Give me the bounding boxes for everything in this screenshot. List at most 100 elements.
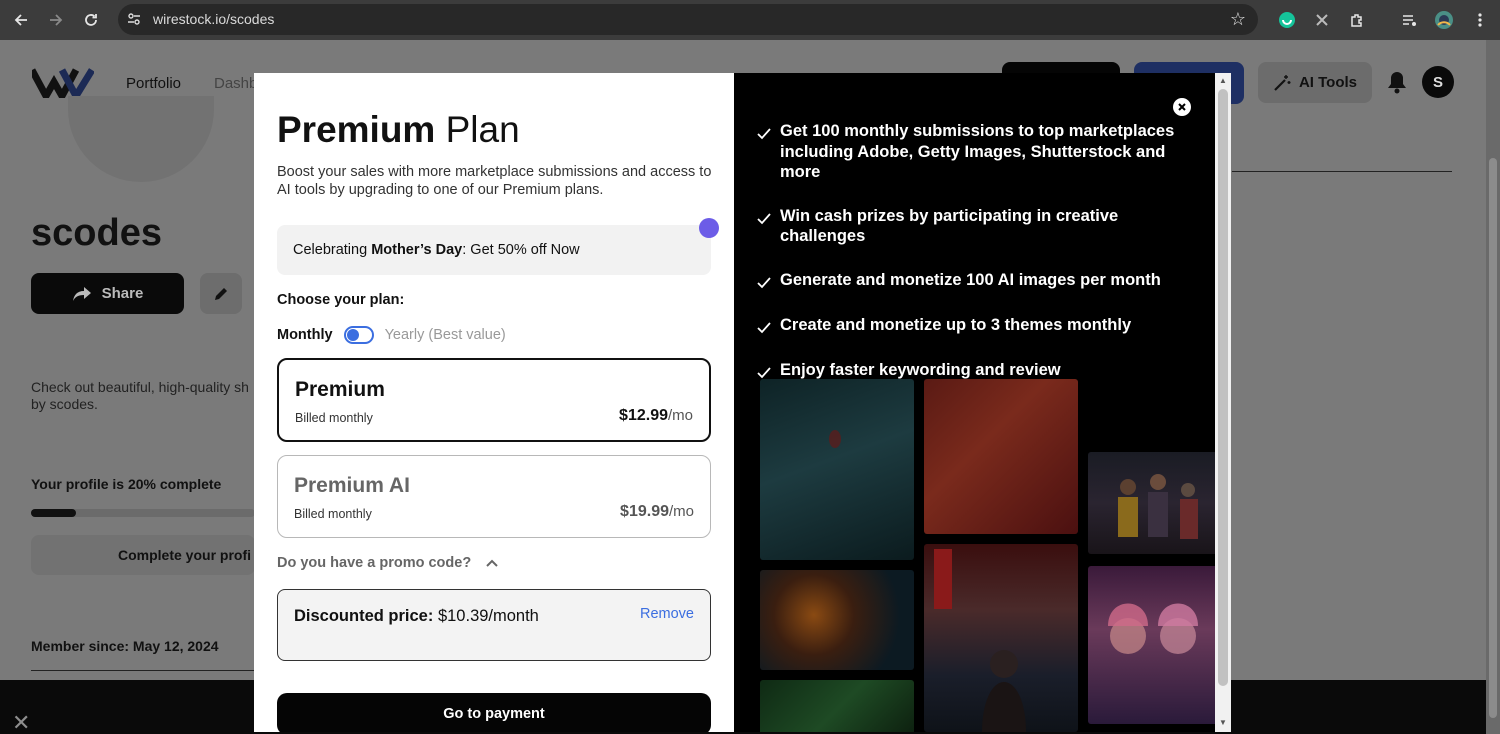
checkmark-icon xyxy=(757,128,771,140)
page-scrollbar-thumb[interactable] xyxy=(1489,158,1497,718)
plan-card-premium-ai[interactable]: Premium AI Billed monthly $19.99/mo xyxy=(277,455,711,538)
modal-scrollbar[interactable]: ▲ ▼ xyxy=(1215,73,1231,732)
gallery-image-neon-street xyxy=(924,544,1078,732)
plan-price-amount: $19.99 xyxy=(620,503,669,520)
member-since: Member since: May 12, 2024 xyxy=(31,638,219,654)
feature-item: Get 100 monthly submissions to top marke… xyxy=(756,121,1196,183)
feature-text: Win cash prizes by participating in crea… xyxy=(780,206,1119,246)
plan-selection-panel: Premium Plan Boost your sales with more … xyxy=(254,73,734,732)
notification-bell-icon[interactable] xyxy=(1386,70,1410,94)
complete-profile-button[interactable]: Complete your profi xyxy=(31,535,255,575)
close-banner-icon[interactable]: ✕ xyxy=(12,710,30,734)
address-bar[interactable]: wirestock.io/scodes ☆ xyxy=(118,4,1258,35)
title-rest: Plan xyxy=(445,109,520,150)
gallery-image-gold-face xyxy=(760,570,914,670)
scroll-up-icon[interactable]: ▲ xyxy=(1218,76,1228,86)
feature-item: Win cash prizes by participating in crea… xyxy=(756,206,1196,247)
plan-name: Premium xyxy=(295,378,385,401)
discounted-price: Discounted price: $10.39/month xyxy=(294,607,539,626)
gallery-image-underwater xyxy=(760,379,914,560)
divider xyxy=(31,670,255,671)
checkmark-icon xyxy=(757,321,771,333)
checkmark-icon xyxy=(757,276,771,288)
plan-billing: Billed monthly xyxy=(295,411,373,425)
nav-dashboard-link[interactable]: Dashb xyxy=(214,75,257,92)
close-icon xyxy=(1178,103,1186,111)
feature-item: Generate and monetize 100 AI images per … xyxy=(756,270,1196,292)
checkmark-icon xyxy=(757,212,771,224)
page-scrollbar[interactable] xyxy=(1486,40,1500,734)
gallery-image-neon-portraits xyxy=(1088,566,1218,724)
promo-indicator-dot xyxy=(699,218,719,238)
profile-description: Check out beautiful, high-quality sh by … xyxy=(31,379,249,412)
gallery-image-green xyxy=(760,680,914,732)
promo-occasion: Mother’s Day xyxy=(371,242,463,258)
browser-toolbar: wirestock.io/scodes ☆ xyxy=(0,0,1500,40)
billing-monthly-label[interactable]: Monthly xyxy=(277,327,333,343)
promo-prefix: Celebrating xyxy=(293,242,372,258)
bookmark-star-icon[interactable]: ☆ xyxy=(1230,9,1246,30)
gallery-image-group xyxy=(1088,452,1218,554)
chevron-up-icon xyxy=(486,559,498,567)
user-avatar[interactable]: S xyxy=(1422,66,1454,98)
promo-code-toggle[interactable]: Do you have a promo code? xyxy=(277,555,499,571)
modal-scrollbar-thumb[interactable] xyxy=(1218,89,1228,686)
billing-period-toggle[interactable] xyxy=(343,326,374,344)
extension-x-icon[interactable] xyxy=(1312,10,1332,30)
reload-icon[interactable] xyxy=(80,9,102,31)
billing-yearly-label[interactable]: Yearly (Best value) xyxy=(385,327,506,343)
site-info-icon[interactable] xyxy=(127,12,141,26)
modal-title: Premium Plan xyxy=(277,109,520,151)
benefits-panel: Get 100 monthly submissions to top marke… xyxy=(734,73,1231,732)
back-icon[interactable] xyxy=(10,9,32,31)
media-controls-icon[interactable] xyxy=(1399,10,1419,30)
ai-tools-button[interactable]: AI Tools xyxy=(1258,62,1372,103)
promo-suffix: : Get 50% off Now xyxy=(462,242,580,258)
gallery-image-portrait-red xyxy=(924,379,1078,534)
plan-name: Premium AI xyxy=(294,474,410,497)
share-arrow-icon xyxy=(72,286,91,301)
edit-profile-button[interactable] xyxy=(200,273,242,314)
feature-item: Create and monetize up to 3 themes month… xyxy=(756,315,1196,337)
scroll-down-icon[interactable]: ▼ xyxy=(1218,718,1228,728)
go-to-payment-button[interactable]: Go to payment xyxy=(277,693,711,732)
choose-plan-label: Choose your plan: xyxy=(277,292,405,308)
feature-text: Generate and monetize 100 AI images per … xyxy=(780,270,1161,289)
pencil-icon xyxy=(215,287,227,300)
share-label: Share xyxy=(101,285,144,302)
feature-text: Create and monetize up to 3 themes month… xyxy=(780,315,1132,334)
profile-progress-label: Your profile is 20% complete xyxy=(31,476,222,492)
extensions-puzzle-icon[interactable] xyxy=(1347,10,1367,30)
remove-promo-link[interactable]: Remove xyxy=(640,606,694,622)
discount-box: Discounted price: $10.39/month Remove xyxy=(277,589,711,661)
plan-billing: Billed monthly xyxy=(294,507,372,521)
extension-grammarly-icon[interactable] xyxy=(1277,10,1297,30)
url-text[interactable]: wirestock.io/scodes xyxy=(153,11,274,27)
promo-code-question: Do you have a promo code? xyxy=(277,555,472,571)
plan-price: $12.99/mo xyxy=(619,407,693,425)
close-modal-button[interactable] xyxy=(1173,98,1191,116)
billing-period-toggle-row: Monthly Yearly (Best value) xyxy=(277,325,506,345)
modal-subtitle: Boost your sales with more marketplace s… xyxy=(277,164,712,198)
profile-progress-bar xyxy=(31,509,255,517)
nav-portfolio-link[interactable]: Portfolio xyxy=(126,75,181,92)
promo-banner: Celebrating Mother’s Day: Get 50% off No… xyxy=(277,225,711,275)
share-button[interactable]: Share xyxy=(31,273,184,314)
title-bold: Premium xyxy=(277,109,436,150)
ai-tools-label: AI Tools xyxy=(1298,74,1358,91)
plan-price-period: /mo xyxy=(668,503,694,520)
toggle-knob xyxy=(346,329,359,341)
plan-card-premium[interactable]: Premium Billed monthly $12.99/mo xyxy=(277,358,711,442)
divider xyxy=(1232,171,1452,172)
plan-price-amount: $12.99 xyxy=(619,407,668,424)
feature-text: Get 100 monthly submissions to top marke… xyxy=(780,122,1175,181)
browser-menu-icon[interactable] xyxy=(1470,10,1490,30)
wirestock-logo[interactable] xyxy=(28,68,95,104)
magic-wand-icon xyxy=(1274,74,1291,91)
forward-icon[interactable] xyxy=(45,9,67,31)
profile-avatar-icon[interactable] xyxy=(1434,10,1454,30)
premium-plan-modal: Premium Plan Boost your sales with more … xyxy=(254,73,1231,732)
discount-value: $10.39/month xyxy=(437,607,539,625)
discount-label: Discounted price: xyxy=(294,607,434,625)
feature-list: Get 100 monthly submissions to top marke… xyxy=(756,121,1196,405)
